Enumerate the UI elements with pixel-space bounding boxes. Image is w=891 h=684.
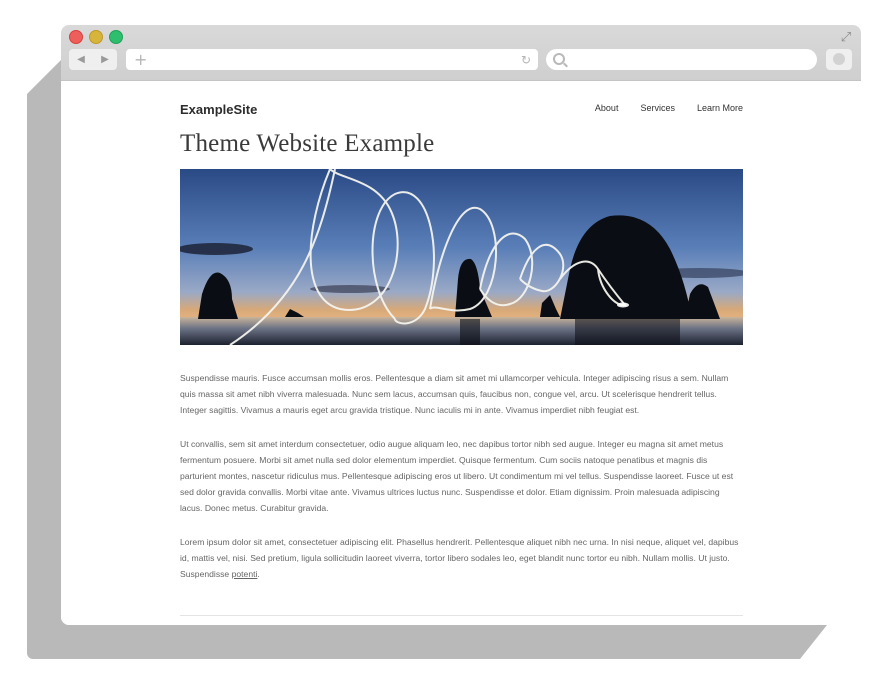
site-logo[interactable]: ExampleSite bbox=[180, 102, 257, 117]
paragraph: Suspendisse mauris. Fusce accumsan molli… bbox=[180, 373, 729, 415]
nav-link-about[interactable]: About bbox=[595, 103, 619, 113]
forward-arrow-icon[interactable]: ▶ bbox=[101, 54, 109, 65]
hero-image bbox=[180, 169, 743, 345]
search-icon bbox=[553, 53, 565, 65]
new-tab-plus-icon[interactable]: + bbox=[134, 50, 147, 69]
minimize-window-button[interactable] bbox=[89, 30, 103, 44]
nav-link-services[interactable]: Services bbox=[640, 103, 675, 113]
page-title: Theme Website Example bbox=[180, 130, 435, 157]
browser-toolbar: ⤢ ◀ ▶ + ↻ bbox=[61, 25, 861, 81]
extension-button[interactable] bbox=[826, 49, 852, 70]
browser-window: ⤢ ◀ ▶ + ↻ ExampleSite About Services Lea… bbox=[61, 25, 861, 625]
site-header: ExampleSite About Services Learn More bbox=[180, 102, 743, 118]
address-bar[interactable]: + ↻ bbox=[126, 49, 538, 70]
main-nav: About Services Learn More bbox=[573, 103, 743, 113]
paragraph: Lorem ipsum dolor sit amet, consectetuer… bbox=[180, 534, 743, 582]
fullscreen-icon[interactable]: ⤢ bbox=[839, 31, 853, 45]
reload-icon[interactable]: ↻ bbox=[521, 51, 531, 69]
paragraph: Ut convallis, sem sit amet interdum cons… bbox=[180, 439, 734, 513]
extension-circle-icon bbox=[833, 53, 845, 65]
close-window-button[interactable] bbox=[69, 30, 83, 44]
nav-link-learn-more[interactable]: Learn More bbox=[697, 103, 743, 113]
web-page: ExampleSite About Services Learn More Th… bbox=[61, 81, 861, 625]
inline-link-potenti[interactable]: potenti bbox=[232, 569, 258, 579]
paragraph-suffix: . bbox=[257, 569, 260, 579]
paragraph-text: Lorem ipsum dolor sit amet, consectetuer… bbox=[180, 537, 739, 579]
back-arrow-icon[interactable]: ◀ bbox=[77, 54, 85, 65]
search-field[interactable] bbox=[546, 49, 817, 70]
zoom-window-button[interactable] bbox=[109, 30, 123, 44]
article-body: Suspendisse mauris. Fusce accumsan molli… bbox=[180, 370, 743, 600]
history-nav: ◀ ▶ bbox=[69, 49, 117, 70]
content-divider bbox=[180, 615, 743, 616]
